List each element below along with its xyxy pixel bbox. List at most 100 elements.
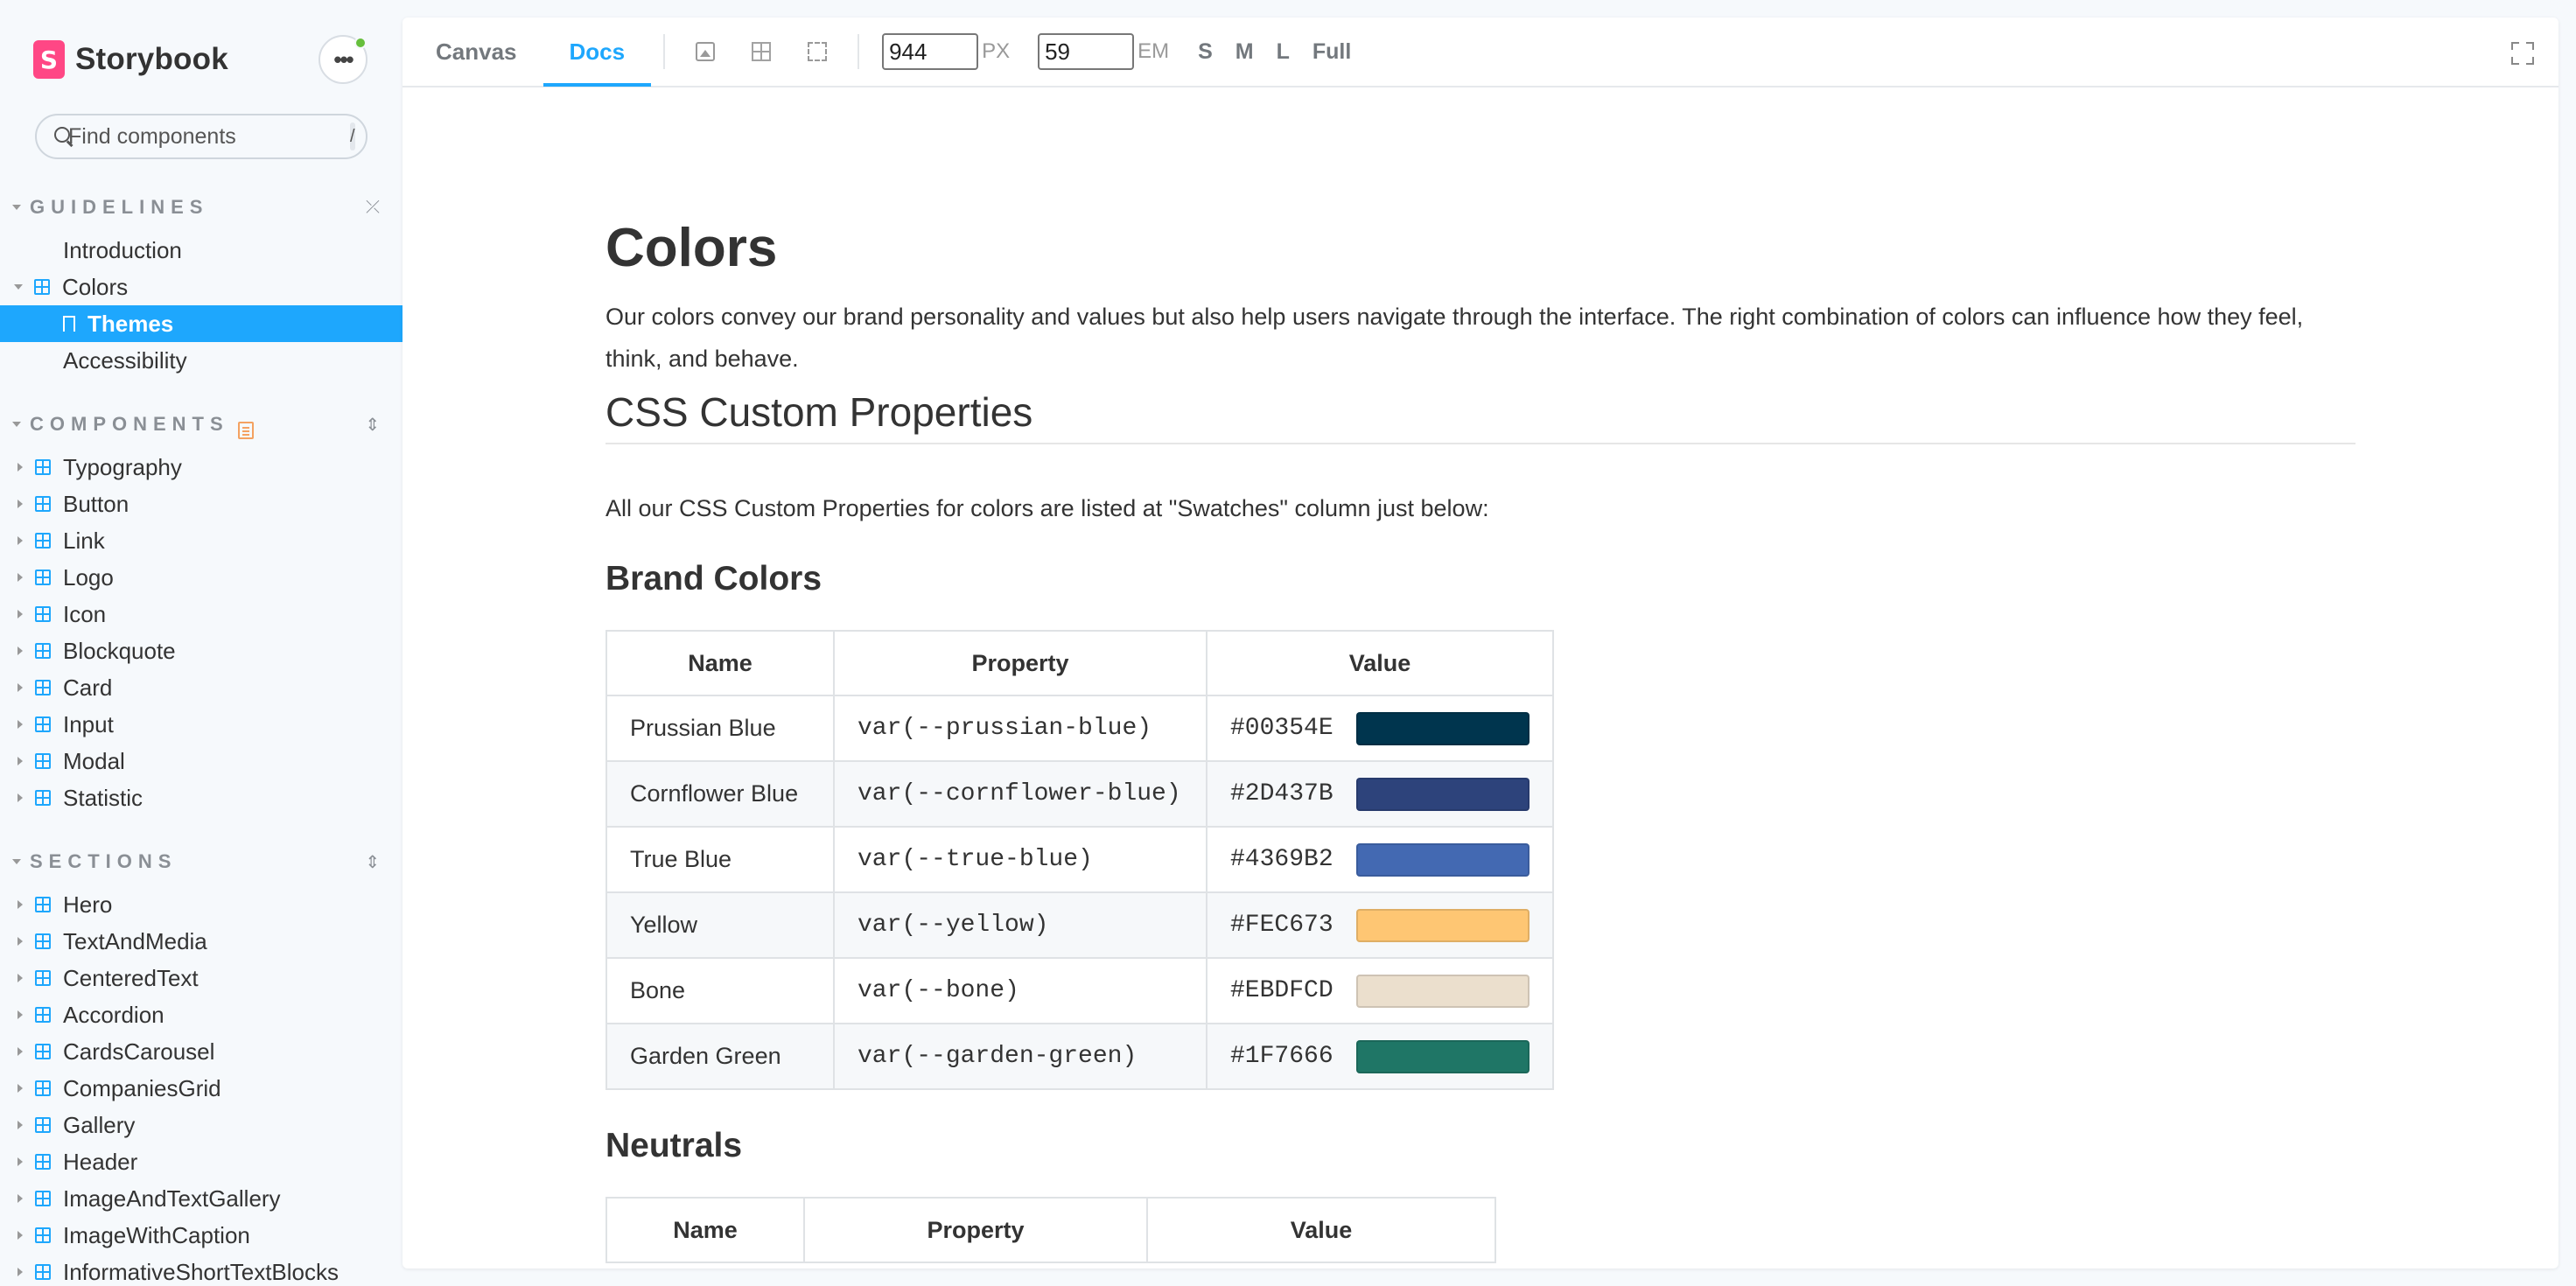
sidebar-item-label: CardsCarousel [63,1038,215,1065]
section-header-sections[interactable]: SECTIONS ⇕ [12,847,380,877]
component-icon [35,897,51,912]
size-full-button[interactable]: Full [1301,39,1362,65]
sidebar-item-accessibility[interactable]: Accessibility [0,342,402,439]
table-row: Prussian Blue var(--prussian-blue) #00354E [606,695,1554,762]
sidebar-item-modal[interactable]: Modal [0,743,402,779]
collapse-all-icon[interactable]: ⤫ [366,198,380,218]
sidebar-item-card[interactable]: Card [0,669,402,706]
sidebar-item-blockquote[interactable]: Blockquote [0,633,402,669]
section-title: COMPONENTS [30,413,229,435]
color-value-cell: #1F7666 [1206,1023,1554,1090]
storybook-logo[interactable]: S Storybook [33,37,228,82]
sidebar-item-hero[interactable]: Hero [0,886,402,923]
caret-right-icon [18,720,23,729]
color-hex: #4369B2 [1230,846,1334,873]
toolbar-divider [663,34,666,69]
color-name-cell: Cornflower Blue [606,760,835,828]
caret-down-icon [14,284,23,290]
caret-right-icon [18,1268,23,1276]
sidebar-item-label: Colors [62,273,129,300]
color-name-cell: Prussian Blue [606,695,835,762]
brand-name: Storybook [75,42,228,76]
sidebar-item-introduction[interactable]: Introduction [0,232,402,329]
size-s-button[interactable]: S [1186,39,1224,65]
size-m-button[interactable]: M [1224,39,1265,65]
width-input[interactable] [882,33,979,70]
lead-paragraph: All our CSS Custom Properties for colors… [606,495,1489,521]
color-name-cell: Yellow [606,891,835,959]
sidebar-item-header[interactable]: Header [0,1143,402,1180]
grid-toggle-button[interactable] [733,17,789,87]
color-swatch [1355,711,1530,745]
tab-canvas[interactable]: Canvas [410,17,543,87]
ellipsis-icon: ••• [333,45,354,73]
toolbar-divider [858,34,860,69]
sidebar-item-centeredtext[interactable]: CenteredText [0,960,402,996]
component-icon [35,753,51,769]
component-icon [35,533,51,549]
section-header-guidelines[interactable]: GUIDELINES ⤫ [12,192,380,222]
fullscreen-icon[interactable] [2511,42,2534,65]
expand-collapse-icon[interactable]: ⇕ [365,414,380,436]
sidebar-item-button[interactable]: Button [0,486,402,522]
sidebar-item-accordion[interactable]: Accordion [0,996,402,1033]
section-header-components[interactable]: COMPONENTS ⇕ [12,409,380,439]
component-icon [35,1264,51,1280]
sidebar-item-themes[interactable]: Themes [0,305,402,342]
color-hex: #1F7666 [1230,1043,1334,1070]
background-toggle-button[interactable] [677,17,733,87]
sidebar-item-label: Icon [63,600,107,627]
sidebar-item-link[interactable]: Link [0,522,402,559]
component-icon [35,1080,51,1096]
component-icon [35,790,51,806]
height-input[interactable] [1038,33,1135,70]
caret-right-icon [18,573,23,582]
toolbar: Canvas Docs PX EM S M L Full [402,17,2558,87]
more-options-button[interactable]: ••• [318,35,368,84]
sidebar-item-imageandtextgallery[interactable]: ImageAndTextGallery [0,1180,402,1217]
sidebar-item-typography[interactable]: Typography [0,449,402,486]
component-icon [35,606,51,622]
sidebar-item-logo[interactable]: Logo [0,559,402,596]
sidebar-item-label: Link [63,527,105,554]
sidebar-item-label: Blockquote [63,637,176,664]
sidebar-item-label: Modal [63,747,125,774]
sidebar-item-statistic[interactable]: Statistic [0,779,402,816]
search-box[interactable]: / [35,114,368,159]
main-panel: Canvas Docs PX EM S M L Full Colors Our … [402,17,2558,1269]
sidebar-item-label: InformativeShortTextBlocks [63,1258,340,1285]
tab-docs[interactable]: Docs [542,17,652,87]
caret-right-icon [18,937,23,946]
search-input[interactable] [68,123,350,150]
caret-right-icon [18,536,23,545]
caret-right-icon [18,900,23,909]
component-icon [35,1007,51,1023]
color-value-cell: #4369B2 [1206,826,1554,893]
sidebar-item-gallery[interactable]: Gallery [0,1107,402,1143]
caret-right-icon [18,1121,23,1129]
sidebar-item-textandmedia[interactable]: TextAndMedia [0,923,402,960]
brand-colors-table: Name Property Value Prussian Blue var(--p… [606,630,1554,1090]
size-l-button[interactable]: L [1265,39,1301,65]
sidebar-item-companiesgrid[interactable]: CompaniesGrid [0,1070,402,1107]
color-hex: #00354E [1230,715,1334,742]
section-heading: CSS Custom Properties [606,388,2356,444]
color-name-cell: True Blue [606,826,835,893]
sidebar-item-imagewithcaption[interactable]: ImageWithCaption [0,1217,402,1254]
column-header: Name [606,630,835,696]
sidebar-item-colors[interactable]: Colors [0,269,402,305]
sidebar-item-cardscarousel[interactable]: CardsCarousel [0,1033,402,1070]
outline-toggle-button[interactable] [789,17,845,87]
color-hex: #2D437B [1230,780,1334,807]
caret-down-icon [12,422,21,427]
caret-down-icon [12,859,21,864]
color-property-cell: var(--garden-green) [833,1023,1208,1090]
sidebar-item-input[interactable]: Input [0,706,402,743]
notification-dot [354,37,367,49]
sidebar-item-informativeshorttextblocks[interactable]: InformativeShortTextBlocks [0,1254,402,1286]
sidebar-item-label: Accordion [63,1001,164,1028]
sidebar-item-label: Header [63,1148,138,1175]
expand-collapse-icon[interactable]: ⇕ [365,851,380,873]
sidebar-item-icon[interactable]: Icon [0,596,402,633]
color-property-cell: var(--true-blue) [833,826,1208,893]
